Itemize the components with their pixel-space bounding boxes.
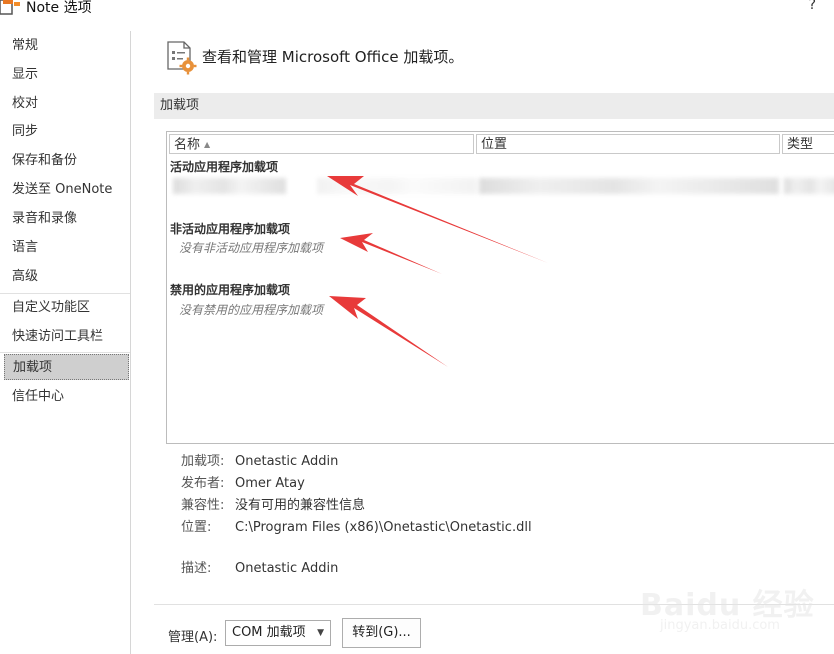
baidu-watermark: Baidu 经验 jingyan.baidu.com xyxy=(640,570,830,650)
sidebar-item-display[interactable]: 显示 xyxy=(0,62,130,88)
detail-compat: 兼容性: 没有可用的兼容性信息 xyxy=(181,494,365,513)
sidebar-item-audio-video[interactable]: 录音和录像 xyxy=(0,206,130,232)
column-header-name[interactable]: 名称 ▲ xyxy=(169,134,474,154)
detail-location-label: 位置: xyxy=(181,520,212,535)
blurred-row-type xyxy=(784,178,834,194)
window-title: Note 选项 xyxy=(26,0,92,16)
group-title-disabled: 禁用的应用程序加载项 xyxy=(170,283,291,297)
title-bar: Note 选项 ? xyxy=(0,0,834,20)
addins-list[interactable]: 名称 ▲ 位置 类型 活动应用程序加载项 非活动应用程序加载项 没有非活动应用程序… xyxy=(166,131,834,444)
detail-description: 描述: Onetastic Addin xyxy=(181,557,338,576)
column-header-type[interactable]: 类型 xyxy=(782,134,834,154)
section-title: 加载项 xyxy=(154,93,834,119)
sidebar-item-advanced[interactable]: 高级 xyxy=(0,264,130,290)
detail-publisher-value: Omer Atay xyxy=(235,476,305,491)
sidebar-item-language[interactable]: 语言 xyxy=(0,235,130,261)
addins-panel: 查看和管理 Microsoft Office 加载项。 加载项 名称 ▲ 位置 类… xyxy=(138,31,834,654)
detail-publisher-label: 发布者: xyxy=(181,476,225,491)
detail-description-value: Onetastic Addin xyxy=(235,561,339,576)
detail-location: 位置: C:\Program Files (x86)\Onetastic\Onet… xyxy=(181,516,532,535)
detail-addin: 加载项: Onetastic Addin xyxy=(181,450,338,469)
detail-description-label: 描述: xyxy=(181,561,212,576)
sidebar-divider xyxy=(0,352,130,353)
group-title-inactive: 非活动应用程序加载项 xyxy=(170,222,291,236)
detail-publisher: 发布者: Omer Atay xyxy=(181,472,305,491)
group-empty-inactive: 没有非活动应用程序加载项 xyxy=(179,241,324,255)
go-button[interactable]: 转到(G)... xyxy=(342,618,421,648)
help-button[interactable]: ? xyxy=(809,0,816,13)
chevron-down-icon: ▼ xyxy=(317,628,324,638)
sidebar-item-quick-access-toolbar[interactable]: 快速访问工具栏 xyxy=(0,324,130,350)
watermark-sub-text: jingyan.baidu.com xyxy=(660,618,780,633)
column-header-name-label: 名称 xyxy=(174,137,201,153)
column-header-location[interactable]: 位置 xyxy=(476,134,780,154)
detail-addin-value: Onetastic Addin xyxy=(235,454,339,469)
detail-location-value: C:\Program Files (x86)\Onetastic\Onetast… xyxy=(235,520,532,535)
addins-gear-icon xyxy=(167,41,197,75)
options-sidebar: 常规 显示 校对 同步 保存和备份 发送至 OneNote 录音和录像 语言 高… xyxy=(0,31,131,654)
detail-compat-label: 兼容性: xyxy=(181,498,225,513)
sidebar-item-addins[interactable]: 加载项 xyxy=(4,354,129,380)
sidebar-item-trust-center[interactable]: 信任中心 xyxy=(0,384,130,410)
group-title-active: 活动应用程序加载项 xyxy=(170,160,279,174)
group-empty-disabled: 没有禁用的应用程序加载项 xyxy=(179,303,324,317)
blurred-row-name xyxy=(173,178,286,194)
sort-ascending-icon: ▲ xyxy=(204,140,211,149)
page-description: 查看和管理 Microsoft Office 加载项。 xyxy=(202,48,464,66)
detail-compat-value: 没有可用的兼容性信息 xyxy=(235,498,366,513)
sidebar-item-general[interactable]: 常规 xyxy=(0,33,130,59)
manage-label: 管理(A): xyxy=(168,630,218,645)
manage-dropdown-value: COM 加载项 xyxy=(232,625,306,640)
manage-dropdown[interactable]: COM 加载项 ▼ xyxy=(225,620,331,646)
sidebar-item-send-to-onenote[interactable]: 发送至 OneNote xyxy=(0,177,130,203)
sidebar-item-save-backup[interactable]: 保存和备份 xyxy=(0,148,130,174)
blurred-row-location xyxy=(479,178,779,194)
blurred-row-name-tail xyxy=(317,178,477,194)
onenote-app-icon xyxy=(0,0,20,15)
sidebar-item-proofing[interactable]: 校对 xyxy=(0,91,130,117)
sidebar-item-sync[interactable]: 同步 xyxy=(0,119,130,145)
sidebar-divider xyxy=(0,293,130,294)
sidebar-item-customize-ribbon[interactable]: 自定义功能区 xyxy=(0,295,130,321)
detail-addin-label: 加载项: xyxy=(181,454,225,469)
